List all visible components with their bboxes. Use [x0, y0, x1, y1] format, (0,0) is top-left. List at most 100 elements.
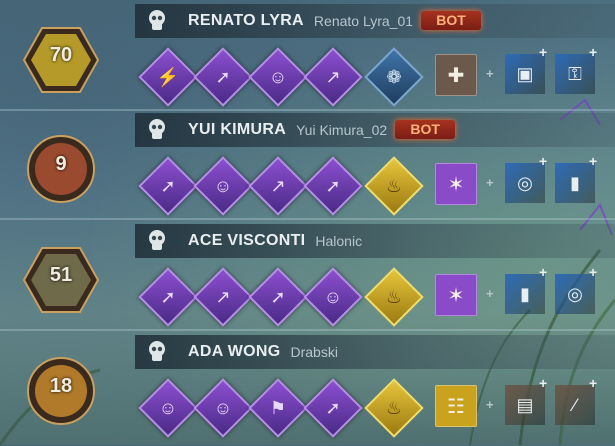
item-slot[interactable]: ☷ — [435, 385, 477, 427]
offering-slot[interactable]: ♨ — [364, 267, 424, 327]
player-handle: Halonic — [315, 233, 363, 249]
addon-plus-icon: + — [589, 153, 598, 169]
bag-icon: ▣ — [516, 63, 534, 84]
perk-run-icon: ➚ — [325, 175, 341, 196]
player-row: ACE VISCONTI Halonic 51 ➚ ↗ ➚ ☺ ♨ ✶ + ▮ + ◎ + — [0, 224, 615, 334]
player-row: YUI KIMURA Yui Kimura_02 BOT 9 ➚ ☺ ↗ ➚ ♨ ✶ + ◎ + ▮ + — [0, 113, 615, 223]
medkit-icon: ✚ — [447, 64, 465, 87]
ring-icon: ◎ — [567, 283, 583, 304]
item-slot[interactable]: ✚ — [435, 54, 477, 96]
stamp-icon: ▤ — [516, 394, 534, 415]
addon-plus-icon: + — [539, 44, 548, 60]
perk-slot[interactable]: ➚ — [303, 156, 363, 216]
bot-badge: BOT — [421, 11, 482, 30]
ring-icon: ◎ — [517, 172, 533, 193]
bot-badge: BOT — [395, 120, 456, 139]
perk-run-icon: ➚ — [215, 66, 231, 87]
perk-leap-icon: ↗ — [270, 175, 286, 196]
offering-slot[interactable]: ♨ — [364, 156, 424, 216]
perk-run-icon: ➚ — [160, 175, 176, 196]
perk-slot[interactable]: ➚ — [138, 156, 198, 216]
cake-offering-icon: ♨ — [385, 397, 403, 418]
level-number: 70 — [49, 44, 73, 66]
addon-slot[interactable]: ▣ — [505, 54, 545, 94]
perk-slot[interactable]: ➚ — [138, 267, 198, 327]
perk-bust-icon: ☺ — [213, 397, 233, 418]
perk-slot[interactable]: ☺ — [193, 378, 253, 438]
offering-slot[interactable]: ❁ — [364, 47, 424, 107]
perk-run-icon: ➚ — [160, 286, 176, 307]
flashlight-icon: ✶ — [447, 284, 465, 307]
perk-slot[interactable]: ➚ — [248, 267, 308, 327]
stick-icon: ∕ — [573, 394, 577, 415]
perk-run-icon: ➚ — [325, 397, 341, 418]
perk-bust-icon: ☺ — [213, 175, 233, 196]
level-number: 18 — [49, 375, 73, 397]
player-name: ACE VISCONTI — [188, 232, 306, 249]
item-slot[interactable]: ✶ — [435, 274, 477, 316]
addon-slot[interactable]: ▮ — [505, 274, 545, 314]
cake-offering-icon: ♨ — [385, 175, 403, 196]
map-icon: ☷ — [447, 395, 465, 418]
addon-plus-icon: + — [589, 375, 598, 391]
player-name: YUI KIMURA — [188, 121, 287, 138]
player-row: ADA WONG Drabski 18 ☺ ☺ ⚑ ➚ ♨ ☷ + ▤ + ∕ + — [0, 335, 615, 445]
plus-separator-icon: + — [486, 397, 494, 412]
addon-plus-icon: + — [539, 264, 548, 280]
addon-plus-icon: + — [589, 44, 598, 60]
row-separator — [0, 218, 615, 220]
plus-separator-icon: + — [486, 175, 494, 190]
player-name: RENATO LYRA — [188, 12, 304, 29]
plus-separator-icon: + — [486, 286, 494, 301]
perk-slot[interactable]: ☺ — [248, 47, 308, 107]
perk-slot[interactable]: ⚡ — [138, 47, 198, 107]
perk-slot[interactable]: ↗ — [303, 47, 363, 107]
addon-slot[interactable]: ◎ — [505, 163, 545, 203]
blue-offering-icon: ❁ — [386, 66, 402, 87]
offering-slot[interactable]: ♨ — [364, 378, 424, 438]
skull-icon — [147, 229, 167, 253]
perk-slot[interactable]: ↗ — [248, 156, 308, 216]
addon-slot[interactable]: ∕ — [555, 385, 595, 425]
level-number: 51 — [49, 264, 73, 286]
addon-plus-icon: + — [589, 264, 598, 280]
perk-sneak-icon: ⚑ — [269, 397, 287, 418]
perk-slot[interactable]: ☺ — [303, 267, 363, 327]
addon-plus-icon: + — [539, 375, 548, 391]
player-handle: Yui Kimura_02 — [296, 122, 388, 138]
perk-slot[interactable]: ☺ — [193, 156, 253, 216]
lock-icon: ⚿ — [568, 63, 582, 84]
addon-slot[interactable]: ▮ — [555, 163, 595, 203]
row-separator — [0, 109, 615, 111]
perk-leap-icon: ↗ — [325, 66, 341, 87]
item-slot[interactable]: ✶ — [435, 163, 477, 205]
addon-slot[interactable]: ◎ — [555, 274, 595, 314]
skull-icon — [147, 340, 167, 364]
plus-separator-icon: + — [486, 66, 494, 81]
player-handle: Renato Lyra_01 — [313, 13, 414, 29]
player-handle: Drabski — [290, 344, 338, 360]
perk-slot[interactable]: ☺ — [138, 378, 198, 438]
perk-bust-icon: ☺ — [268, 66, 288, 87]
perk-run-icon: ➚ — [270, 286, 286, 307]
addon-slot[interactable]: ⚿ — [555, 54, 595, 94]
perk-slot[interactable]: ⚑ — [248, 378, 308, 438]
addon-slot[interactable]: ▤ — [505, 385, 545, 425]
skull-icon — [147, 118, 167, 142]
level-number: 9 — [55, 153, 67, 175]
cake-offering-icon: ♨ — [385, 286, 403, 307]
perk-bust-icon: ☺ — [323, 286, 343, 307]
player-row: RENATO LYRA Renato Lyra_01 BOT 70 ⚡ ➚ ☺ ↗ ❁ ✚ + ▣ + ⚿… — [0, 4, 615, 114]
perk-slot[interactable]: ➚ — [303, 378, 363, 438]
perk-leap-icon: ↗ — [215, 286, 231, 307]
battery-icon: ▮ — [520, 283, 530, 304]
perk-bolt-icon: ⚡ — [156, 66, 180, 87]
battery-icon: ▮ — [570, 172, 580, 193]
perk-bust-icon: ☺ — [158, 397, 178, 418]
player-name: ADA WONG — [188, 343, 281, 360]
flashlight-icon: ✶ — [447, 173, 465, 196]
perk-slot[interactable]: ↗ — [193, 267, 253, 327]
addon-plus-icon: + — [539, 153, 548, 169]
skull-icon — [147, 9, 167, 33]
perk-slot[interactable]: ➚ — [193, 47, 253, 107]
